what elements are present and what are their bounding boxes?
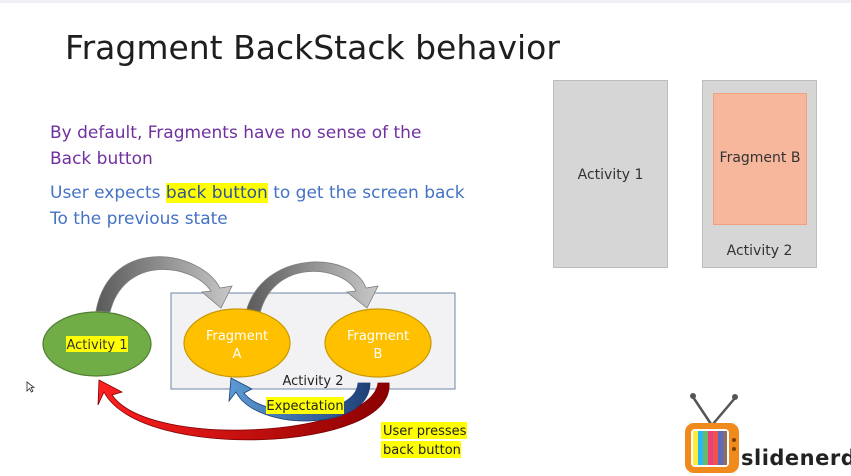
fragment-b-label-line-2: B — [374, 347, 383, 362]
fragment-a-label-line-1: Fragment — [206, 329, 268, 344]
activity-2-container-label: Activity 2 — [282, 374, 343, 389]
fragment-a-label-line-2: A — [233, 347, 242, 362]
activity-1-node-label: Activity 1 — [66, 338, 127, 353]
user-presses-label-line-2: back button — [383, 443, 461, 458]
slidenerd-logo-text: slidenerd — [741, 446, 851, 470]
tv-logo-icon — [685, 393, 739, 473]
user-presses-label-line-1: User presses — [383, 424, 467, 439]
fragment-b-label-line-1: Fragment — [347, 329, 409, 344]
backstack-diagram: Activity 1 Fragment A Fragment B Activit… — [26, 256, 739, 473]
mouse-cursor-icon — [26, 381, 36, 393]
expectation-label: Expectation — [266, 399, 343, 414]
